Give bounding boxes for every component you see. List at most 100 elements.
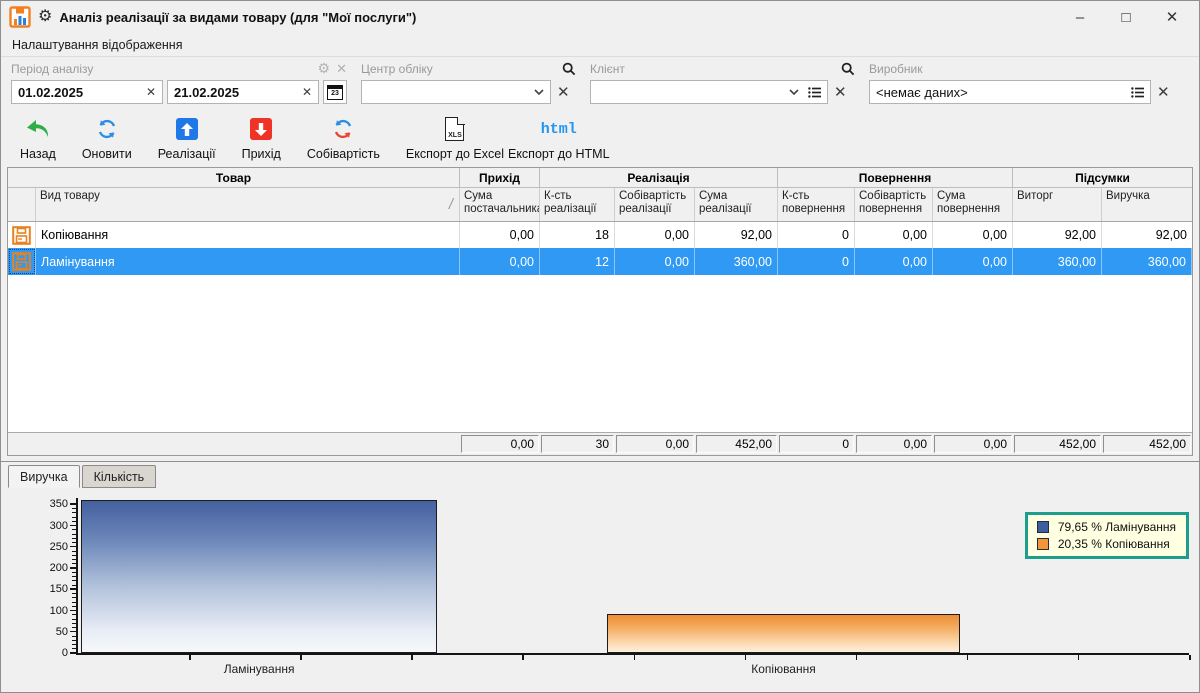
minimize-button[interactable]: – <box>1057 2 1103 32</box>
date-to-field[interactable]: 21.02.2025 ✕ <box>167 80 319 104</box>
filter-producer: Виробник <немає даних> ✕ <box>869 60 1179 104</box>
col-vyruchka[interactable]: Виручка <box>1102 188 1192 221</box>
group-pidsumky[interactable]: Підсумки <box>1013 168 1192 187</box>
app-logo-icon <box>9 6 31 28</box>
total-value: 0,00 <box>616 435 694 453</box>
maximize-button[interactable]: □ <box>1103 2 1149 32</box>
settings-gear-icon[interactable]: ⚙ <box>38 9 52 25</box>
filter-period: Період аналізу ⚙ ✕ 01.02.2025 ✕ 21.02.20… <box>11 60 347 104</box>
client-search-icon[interactable] <box>841 62 855 76</box>
calendar-icon: 23 <box>327 85 343 100</box>
income-label: Прихід <box>242 147 281 161</box>
tab-vyruchka[interactable]: Виручка <box>8 465 80 488</box>
y-axis-tick <box>72 593 76 594</box>
sort-slash-icon[interactable]: / <box>449 198 455 211</box>
col-vyd-tovaru[interactable]: Вид товару / <box>36 188 460 221</box>
y-axis-label: 100 <box>26 605 68 617</box>
x-axis-tick <box>634 655 636 660</box>
chart-plot: 050100150200250300350ЛамінуванняКопіюван… <box>76 498 1189 655</box>
y-axis-tick <box>72 597 76 598</box>
sales-button[interactable]: Реалізації <box>145 114 229 163</box>
period-clear-icon[interactable]: ✕ <box>336 61 347 77</box>
x-axis-tick <box>856 655 858 660</box>
chart-legend: 79,65 % Ламінування 20,35 % Копіювання <box>1025 512 1189 559</box>
tab-kilkist[interactable]: Кількість <box>82 465 157 488</box>
date-from-field[interactable]: 01.02.2025 ✕ <box>11 80 163 104</box>
table-row[interactable]: Копіювання 0,00 18 0,00 92,00 0 0,00 0,0… <box>8 222 1192 248</box>
cell-value: 0,00 <box>615 222 695 248</box>
y-axis-tick <box>72 580 76 581</box>
toolbar: Назад Оновити Реалізації <box>1 109 1199 167</box>
back-button[interactable]: Назад <box>7 114 69 163</box>
y-axis-tick <box>72 606 76 607</box>
col-kst-realizacii[interactable]: К-сть реалізації <box>540 188 615 221</box>
producer-field[interactable]: <немає даних> <box>869 80 1151 104</box>
client-clear-icon[interactable]: ✕ <box>832 83 849 101</box>
cell-value: 0,00 <box>615 248 695 275</box>
export-excel-button[interactable]: XLS Експорт до Excel <box>393 114 506 163</box>
product-floppy-icon <box>12 252 31 271</box>
close-button[interactable]: ✕ <box>1149 2 1195 32</box>
arrow-up-icon <box>176 118 198 140</box>
refresh-button[interactable]: Оновити <box>69 114 145 163</box>
col-suma-povernennia[interactable]: Сума повернення <box>933 188 1013 221</box>
period-gear-icon[interactable]: ⚙ <box>318 60 331 77</box>
col-sobivartist-povernennia[interactable]: Собівартість повернення <box>855 188 933 221</box>
export-html-button[interactable]: html Експорт до HTML <box>506 114 623 163</box>
menu-display-settings[interactable]: Налаштування відображення <box>12 38 182 52</box>
col-vytorg[interactable]: Виторг <box>1013 188 1102 221</box>
group-prihid[interactable]: Прихід <box>460 168 540 187</box>
y-axis-tick <box>72 517 76 518</box>
list-picker-icon[interactable] <box>1131 87 1144 98</box>
chart-bar-0[interactable] <box>81 500 437 653</box>
export-html-label: Експорт до HTML <box>508 147 610 161</box>
y-axis-tick <box>70 588 76 590</box>
center-clear-icon[interactable]: ✕ <box>555 83 572 101</box>
col-kst-povernennia[interactable]: К-сть повернення <box>778 188 855 221</box>
table-totals-row: 0,00 30 0,00 452,00 0 0,00 0,00 452,00 4… <box>8 432 1192 455</box>
y-axis-label: 0 <box>26 647 68 659</box>
calendar-button[interactable]: 23 <box>323 80 347 104</box>
col-suma-realizacii[interactable]: Сума реалізації <box>695 188 778 221</box>
cell-value: 12 <box>540 248 615 275</box>
table-row-selected[interactable]: Ламінування 0,00 12 0,00 360,00 0 0,00 0… <box>8 248 1192 275</box>
group-realizacia[interactable]: Реалізація <box>540 168 778 187</box>
center-select[interactable] <box>361 80 551 104</box>
date-to-clear-icon[interactable]: ✕ <box>298 85 312 99</box>
filter-panel: Період аналізу ⚙ ✕ 01.02.2025 ✕ 21.02.20… <box>1 57 1199 109</box>
date-from-value: 01.02.2025 <box>18 85 142 100</box>
back-label: Назад <box>20 147 56 161</box>
center-search-icon[interactable] <box>562 62 576 76</box>
y-axis-label: 150 <box>26 583 68 595</box>
html-icon: html <box>541 121 577 138</box>
chart-bar-1[interactable] <box>607 614 960 653</box>
y-axis-tick <box>72 614 76 615</box>
income-button[interactable]: Прихід <box>229 114 294 163</box>
cell-value: 92,00 <box>1013 222 1102 248</box>
legend-item: 79,65 % Ламінування <box>1037 520 1176 534</box>
x-axis-label: Ламінування <box>224 662 295 676</box>
date-from-clear-icon[interactable]: ✕ <box>142 85 156 99</box>
y-axis-tick <box>72 521 76 522</box>
legend-item: 20,35 % Копіювання <box>1037 537 1176 551</box>
cell-value: 0 <box>778 222 855 248</box>
col-sobivartist-realizacii[interactable]: Собівартість реалізації <box>615 188 695 221</box>
app-window: ⚙ Аналіз реалізації за видами товару (дл… <box>0 0 1200 693</box>
producer-value: <немає даних> <box>876 85 1131 100</box>
client-select[interactable] <box>590 80 828 104</box>
producer-clear-icon[interactable]: ✕ <box>1155 83 1172 101</box>
cell-value: 0,00 <box>933 222 1013 248</box>
y-axis-tick <box>72 572 76 573</box>
cell-value: 0 <box>778 248 855 275</box>
cost-button[interactable]: Собівартість <box>294 114 393 163</box>
row-product-name: Копіювання <box>36 222 460 248</box>
group-povernennia[interactable]: Повернення <box>778 168 1013 187</box>
col-suma-postachalnyka[interactable]: Сума постачальника <box>460 188 540 221</box>
refresh-label: Оновити <box>82 147 132 161</box>
producer-label: Виробник <box>869 62 923 76</box>
list-picker-icon[interactable] <box>808 87 821 98</box>
y-axis-tick <box>72 636 76 637</box>
y-axis-tick <box>70 610 76 612</box>
group-tovar[interactable]: Товар <box>8 168 460 187</box>
titlebar: ⚙ Аналіз реалізації за видами товару (дл… <box>1 1 1199 33</box>
